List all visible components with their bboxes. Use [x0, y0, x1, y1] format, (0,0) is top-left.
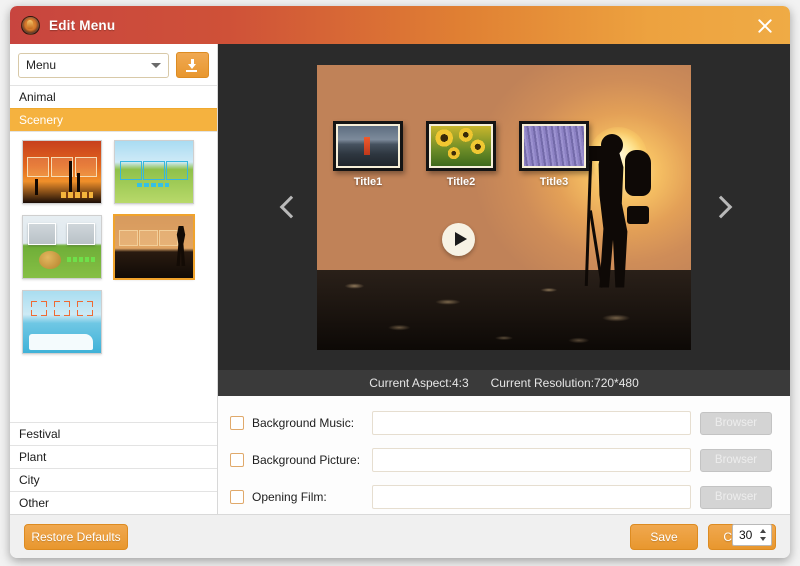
sidebar: Menu Animal Scenery	[10, 44, 218, 514]
current-resolution-label: Current Resolution:720*480	[491, 376, 639, 390]
footer-bar: Restore Defaults Save Cancel	[10, 514, 790, 558]
lighthouse-photo	[338, 126, 398, 166]
sidebar-item-festival[interactable]: Festival	[10, 422, 217, 445]
chevron-right-icon[interactable]	[706, 194, 732, 220]
background-music-browse-button[interactable]: Browser	[700, 412, 772, 435]
opening-film-label: Opening Film:	[252, 490, 372, 504]
sidebar-item-city[interactable]: City	[10, 468, 217, 491]
download-icon	[186, 59, 199, 72]
background-music-checkbox[interactable]	[230, 416, 244, 430]
lavender-photo	[524, 126, 584, 166]
preview-title-1: Title1	[354, 176, 383, 188]
preview-thumbnails: Title1 Title2 Title3	[333, 121, 589, 188]
window-body: Menu Animal Scenery	[10, 44, 790, 514]
opening-film-browse-button[interactable]: Browser	[700, 486, 772, 509]
app-logo-icon	[21, 16, 40, 35]
menu-type-value: Menu	[26, 58, 56, 72]
restore-defaults-button[interactable]: Restore Defaults	[24, 524, 128, 550]
sidebar-bottom-categories: Festival Plant City Other	[10, 422, 217, 514]
menu-preview: Title1 Title2 Title3	[218, 44, 790, 370]
close-icon[interactable]	[754, 15, 776, 37]
photo-frame	[333, 121, 403, 171]
info-bar: Current Aspect:4:3 Current Resolution:72…	[218, 370, 790, 396]
preview-stage: Title1 Title2 Title3	[317, 65, 691, 350]
template-thumb-photographer-sunset[interactable]	[114, 215, 194, 279]
settings-form: Background Music: Browser Background Pic…	[218, 396, 790, 514]
sidebar-item-scenery[interactable]: Scenery	[10, 108, 217, 131]
background-picture-row: Background Picture: Browser	[230, 448, 772, 472]
current-aspect-label: Current Aspect:4:3	[369, 376, 468, 390]
sunflower-photo	[431, 126, 491, 166]
menu-type-select[interactable]: Menu	[18, 53, 169, 78]
loop-duration-value: 30	[739, 528, 752, 542]
opening-film-checkbox[interactable]	[230, 490, 244, 504]
preview-title-2: Title2	[447, 176, 476, 188]
background-music-input[interactable]	[372, 411, 691, 435]
opening-film-row: Opening Film: Browser	[230, 485, 772, 509]
photo-frame	[519, 121, 589, 171]
background-picture-checkbox[interactable]	[230, 453, 244, 467]
sidebar-item-other[interactable]: Other	[10, 491, 217, 514]
preview-item-2[interactable]: Title2	[426, 121, 496, 188]
background-music-label: Background Music:	[252, 416, 372, 430]
background-picture-input[interactable]	[372, 448, 691, 472]
template-thumb-hay-bale[interactable]	[22, 215, 102, 279]
preview-title-3: Title3	[540, 176, 569, 188]
save-button[interactable]: Save	[630, 524, 698, 550]
right-pane: Title1 Title2 Title3	[218, 44, 790, 514]
template-thumb-green-field[interactable]	[114, 140, 194, 204]
chevron-down-icon	[151, 63, 161, 68]
photo-frame	[426, 121, 496, 171]
opening-film-input[interactable]	[372, 485, 691, 509]
title-bar: Edit Menu	[10, 6, 790, 44]
background-picture-label: Background Picture:	[252, 453, 372, 467]
template-thumb-seaside[interactable]	[22, 290, 102, 354]
background-music-row: Background Music: Browser	[230, 411, 772, 435]
preview-item-3[interactable]: Title3	[519, 121, 589, 188]
edit-menu-window: Edit Menu Menu Animal Scenery	[10, 6, 790, 558]
chevron-left-icon[interactable]	[276, 194, 302, 220]
loop-duration-stepper[interactable]: 30	[732, 524, 772, 546]
stepper-down-icon[interactable]	[760, 537, 766, 541]
template-thumbnail-list	[10, 131, 217, 422]
window-title: Edit Menu	[49, 18, 115, 33]
download-button[interactable]	[176, 52, 209, 78]
stepper-up-icon[interactable]	[760, 529, 766, 533]
sidebar-item-animal[interactable]: Animal	[10, 85, 217, 108]
template-picker-row: Menu	[10, 44, 217, 85]
play-icon[interactable]	[442, 223, 475, 256]
sidebar-item-plant[interactable]: Plant	[10, 445, 217, 468]
template-thumb-desert-sunset[interactable]	[22, 140, 102, 204]
background-picture-browse-button[interactable]: Browser	[700, 449, 772, 472]
preview-item-1[interactable]: Title1	[333, 121, 403, 188]
